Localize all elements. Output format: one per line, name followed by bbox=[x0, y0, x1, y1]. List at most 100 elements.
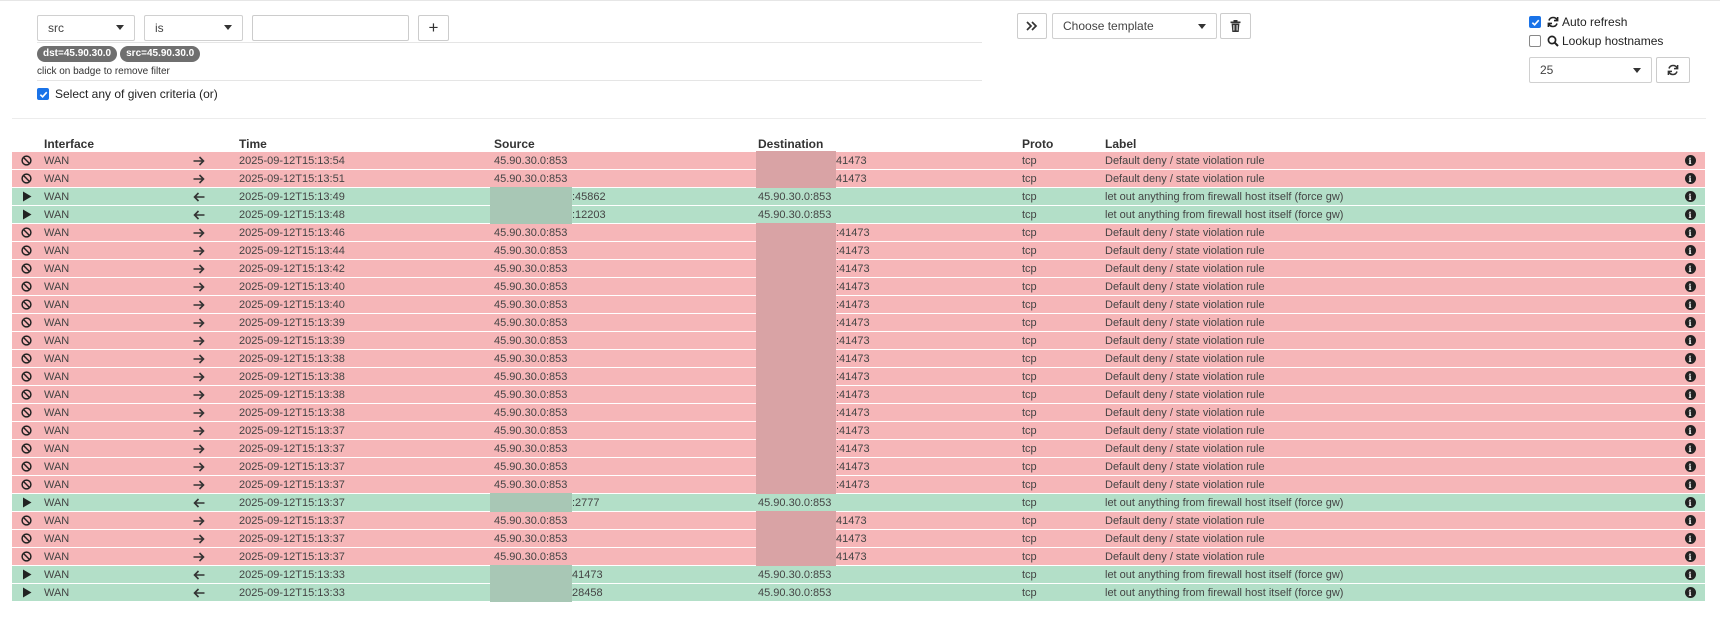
info-button[interactable]: i bbox=[1675, 407, 1705, 418]
criteria-checkbox[interactable] bbox=[37, 88, 49, 100]
interface-cell: WAN bbox=[44, 172, 70, 185]
ban-icon bbox=[12, 335, 41, 346]
source-cell: 45.90.30.0:853 bbox=[494, 530, 758, 547]
header-source[interactable]: Source bbox=[494, 135, 758, 152]
table-row[interactable]: WAN 2025-09-12T15:13:51 45.90.30.0:853 4147… bbox=[12, 169, 1705, 188]
info-button[interactable]: i bbox=[1675, 515, 1705, 526]
info-button[interactable]: i bbox=[1675, 245, 1705, 256]
header-time[interactable]: Time bbox=[239, 137, 494, 151]
table-row[interactable]: WAN 2025-09-12T15:13:33 41473 45.90.30.0:85… bbox=[12, 565, 1705, 584]
table-row[interactable]: WAN 2025-09-12T15:13:37 45.90.30.0:853:414… bbox=[12, 475, 1705, 494]
info-button[interactable]: i bbox=[1675, 227, 1705, 238]
table-row[interactable]: WAN 2025-09-12T15:13:37 45.90.30.0:853 4147… bbox=[12, 511, 1705, 530]
info-button[interactable]: i bbox=[1675, 155, 1705, 166]
table-row[interactable]: WAN 2025-09-12T15:13:39 45.90.30.0:853:414… bbox=[12, 313, 1705, 332]
filter-field-value: src bbox=[48, 20, 64, 35]
lookup-hostnames-checkbox[interactable] bbox=[1529, 35, 1541, 47]
info-button[interactable]: i bbox=[1675, 335, 1705, 346]
table-row[interactable]: WAN 2025-09-12T15:13:37:2777 45.90.30.0:85… bbox=[12, 493, 1705, 512]
table-row[interactable]: WAN 2025-09-12T15:13:40 45.90.30.0:853:414… bbox=[12, 295, 1705, 314]
refresh-button[interactable] bbox=[1656, 57, 1690, 83]
filter-badge-dst[interactable]: dst=45.90.30.0 bbox=[37, 46, 118, 62]
header-label[interactable]: Label bbox=[1105, 137, 1675, 151]
table-row[interactable]: WAN 2025-09-12T15:13:33 28458 45.90.30.0:85… bbox=[12, 583, 1705, 602]
firewall-log-table: Interface Time Source Destination Proto … bbox=[12, 135, 1705, 602]
filter-badge-src[interactable]: src=45.90.30.0 bbox=[120, 46, 201, 62]
info-button[interactable]: i bbox=[1675, 353, 1705, 364]
info-icon: i bbox=[1684, 209, 1696, 220]
table-body: WAN 2025-09-12T15:13:54 45.90.30.0:853 4147… bbox=[12, 151, 1705, 602]
header-interface[interactable]: Interface bbox=[41, 137, 167, 151]
proto-cell: tcp bbox=[1022, 172, 1037, 185]
info-button[interactable]: i bbox=[1675, 551, 1705, 562]
redacted-block bbox=[756, 295, 836, 314]
table-row[interactable]: WAN 2025-09-12T15:13:38 45.90.30.0:853:414… bbox=[12, 367, 1705, 386]
interface-cell: WAN bbox=[44, 262, 70, 275]
table-row[interactable]: WAN 2025-09-12T15:13:44 45.90.30.0:853:414… bbox=[12, 241, 1705, 260]
expand-templates-button[interactable] bbox=[1017, 13, 1047, 39]
info-button[interactable]: i bbox=[1675, 263, 1705, 274]
destination-cell: :41473 bbox=[756, 457, 1022, 476]
table-row[interactable]: WAN 2025-09-12T15:13:37 45.90.30.0:853:414… bbox=[12, 439, 1705, 458]
info-button[interactable]: i bbox=[1675, 281, 1705, 292]
filter-operator-select[interactable]: is bbox=[144, 14, 243, 41]
info-button[interactable]: i bbox=[1675, 425, 1705, 436]
info-button[interactable]: i bbox=[1675, 371, 1705, 382]
table-row[interactable]: WAN 2025-09-12T15:13:37 45.90.30.0:853 4147… bbox=[12, 529, 1705, 548]
table-row[interactable]: WAN 2025-09-12T15:13:37 45.90.30.0:853 4147… bbox=[12, 547, 1705, 566]
redacted-block bbox=[490, 187, 572, 206]
table-row[interactable]: WAN 2025-09-12T15:13:38 45.90.30.0:853:414… bbox=[12, 385, 1705, 404]
info-button[interactable]: i bbox=[1675, 533, 1705, 544]
info-button[interactable]: i bbox=[1675, 461, 1705, 472]
redacted-block bbox=[756, 241, 836, 260]
redacted-block bbox=[756, 385, 836, 404]
table-row[interactable]: WAN 2025-09-12T15:13:46 45.90.30.0:853:414… bbox=[12, 223, 1705, 242]
info-button[interactable]: i bbox=[1675, 191, 1705, 202]
table-row[interactable]: WAN 2025-09-12T15:13:48:12203 45.90.30.0:8… bbox=[12, 205, 1705, 224]
filter-value-input[interactable] bbox=[252, 14, 409, 41]
arrow-right-icon bbox=[167, 173, 239, 184]
page-size-select[interactable]: 25 bbox=[1529, 57, 1652, 83]
table-row[interactable]: WAN 2025-09-12T15:13:49:45862 45.90.30.0:8… bbox=[12, 187, 1705, 206]
proto-cell: tcp bbox=[1022, 406, 1037, 419]
table-row[interactable]: WAN 2025-09-12T15:13:40 45.90.30.0:853:414… bbox=[12, 277, 1705, 296]
proto-cell: tcp bbox=[1022, 298, 1037, 311]
source-address: 45.90.30.0:853 bbox=[494, 478, 568, 491]
info-button[interactable]: i bbox=[1675, 299, 1705, 310]
info-button[interactable]: i bbox=[1675, 569, 1705, 580]
arrow-right-icon bbox=[167, 245, 239, 256]
template-select[interactable]: Choose template bbox=[1052, 13, 1217, 39]
table-row[interactable]: WAN 2025-09-12T15:13:37 45.90.30.0:853:414… bbox=[12, 457, 1705, 476]
table-row[interactable]: WAN 2025-09-12T15:13:42 45.90.30.0:853:414… bbox=[12, 259, 1705, 278]
table-row[interactable]: WAN 2025-09-12T15:13:38 45.90.30.0:853:414… bbox=[12, 349, 1705, 368]
table-row[interactable]: WAN 2025-09-12T15:13:38 45.90.30.0:853:414… bbox=[12, 403, 1705, 422]
time-cell: 2025-09-12T15:13:40 bbox=[239, 298, 345, 311]
header-proto[interactable]: Proto bbox=[1022, 137, 1105, 151]
delete-template-button[interactable] bbox=[1220, 13, 1251, 39]
info-button[interactable]: i bbox=[1675, 479, 1705, 490]
info-button[interactable]: i bbox=[1675, 317, 1705, 328]
arrow-right-icon bbox=[167, 443, 239, 454]
source-address: 45.90.30.0:853 bbox=[494, 442, 568, 455]
info-button[interactable]: i bbox=[1675, 587, 1705, 598]
info-button[interactable]: i bbox=[1675, 443, 1705, 454]
auto-refresh-checkbox[interactable] bbox=[1529, 16, 1541, 28]
time-cell: 2025-09-12T15:13:33 bbox=[239, 568, 345, 581]
table-row[interactable]: WAN 2025-09-12T15:13:54 45.90.30.0:853 4147… bbox=[12, 151, 1705, 170]
criteria-option: Select any of given criteria (or) bbox=[37, 87, 982, 101]
table-row[interactable]: WAN 2025-09-12T15:13:39 45.90.30.0:853:414… bbox=[12, 331, 1705, 350]
table-row[interactable]: WAN 2025-09-12T15:13:37 45.90.30.0:853:414… bbox=[12, 421, 1705, 440]
info-button[interactable]: i bbox=[1675, 497, 1705, 508]
info-button[interactable]: i bbox=[1675, 209, 1705, 220]
proto-cell: tcp bbox=[1022, 262, 1037, 275]
info-button[interactable]: i bbox=[1675, 173, 1705, 184]
destination-address: 41473 bbox=[836, 550, 867, 563]
info-button[interactable]: i bbox=[1675, 389, 1705, 400]
source-address: 45.90.30.0:853 bbox=[494, 370, 568, 383]
destination-cell: :41473 bbox=[756, 295, 1022, 314]
header-destination[interactable]: Destination bbox=[758, 135, 1022, 152]
time-cell: 2025-09-12T15:13:37 bbox=[239, 478, 345, 491]
redacted-block bbox=[756, 277, 836, 296]
filter-field-select[interactable]: src bbox=[37, 14, 135, 41]
add-filter-button[interactable]: + bbox=[418, 14, 449, 41]
